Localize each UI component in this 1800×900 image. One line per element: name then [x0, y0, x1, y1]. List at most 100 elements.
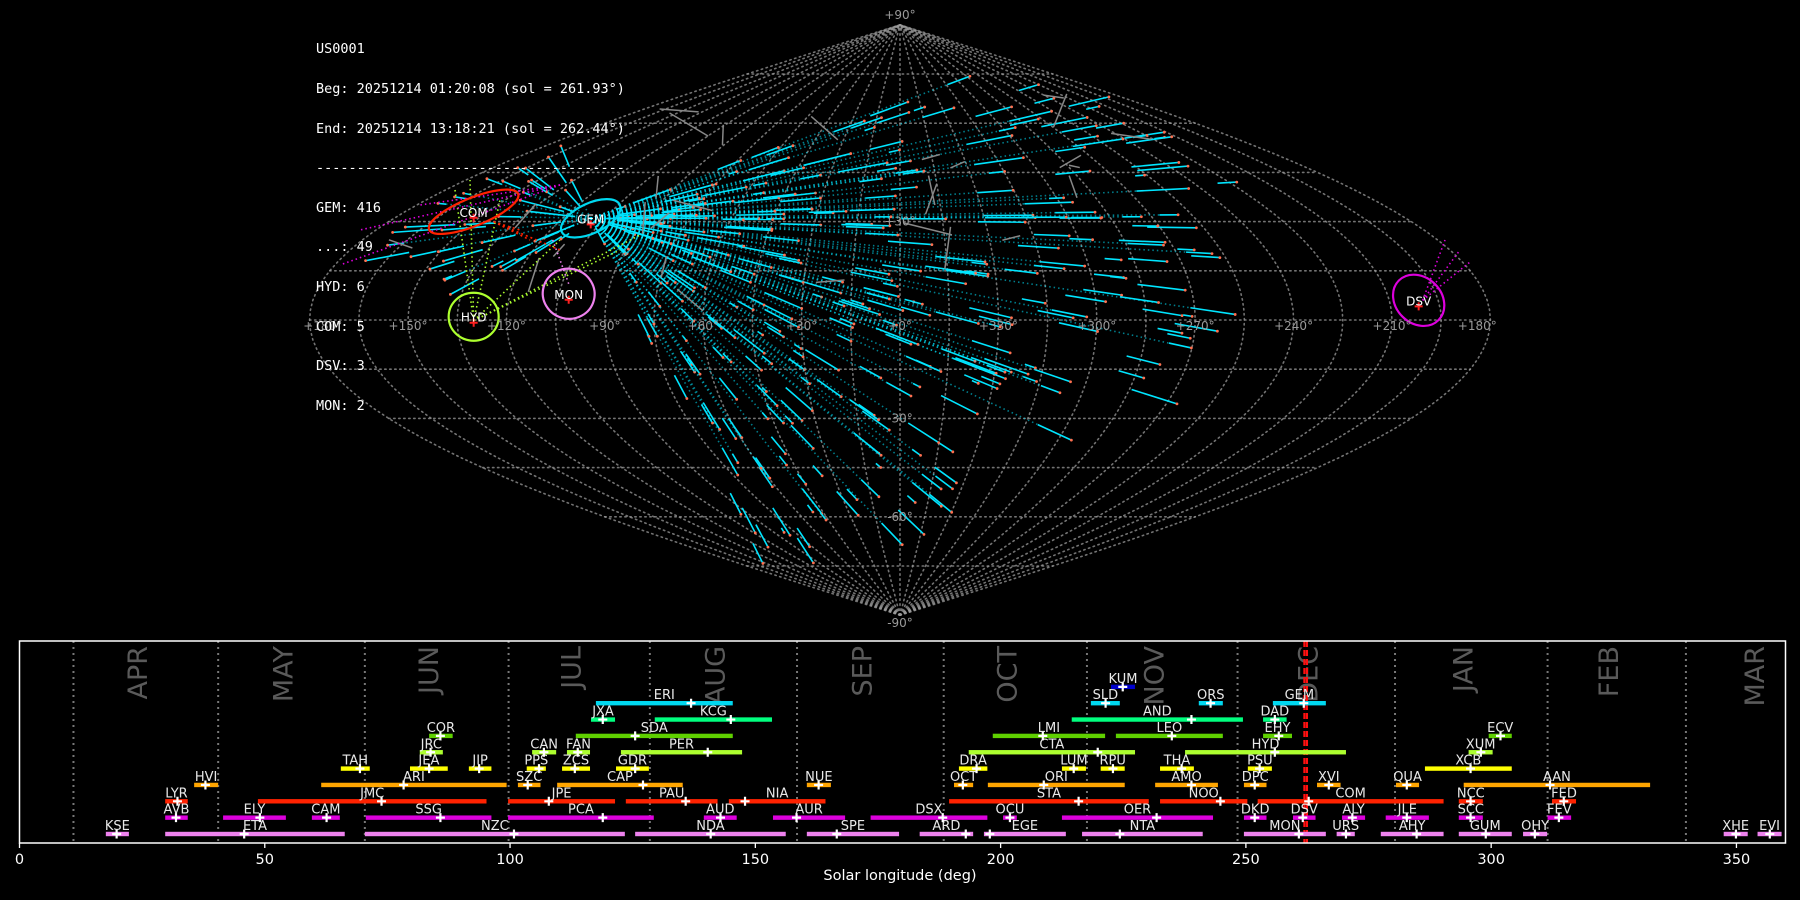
- trail-end-dot: [952, 106, 956, 110]
- trail-end-dot: [895, 284, 899, 288]
- shower-label: CAM: [311, 803, 340, 818]
- shower-label: MON: [1269, 819, 1300, 834]
- trail-backtrace: [590, 217, 907, 358]
- trail-end-dot: [668, 188, 672, 191]
- count-row: MON: 2: [316, 397, 365, 414]
- shower-label: XVI: [1318, 770, 1340, 785]
- meteor-trail: [721, 447, 739, 476]
- trail-end-dot: [1104, 300, 1108, 304]
- trail-end-dot: [916, 342, 920, 346]
- shower-label: KUM: [1109, 672, 1138, 687]
- trail-end-dot: [785, 463, 788, 467]
- meteor-trail: [833, 120, 865, 133]
- meteor-trail: [673, 374, 688, 399]
- trail-end-dot: [766, 417, 770, 421]
- shower-label: CAP: [607, 770, 633, 785]
- month-label: MAR: [1740, 646, 1771, 707]
- trail-end-dot: [951, 450, 955, 454]
- meteor-trail: [784, 415, 794, 424]
- meteor-trail: [1083, 288, 1122, 296]
- peak-marker-icon: [686, 698, 696, 708]
- trail-end-dot: [906, 100, 910, 104]
- trail-end-dot: [918, 385, 922, 389]
- meteor-trail: [1177, 248, 1195, 251]
- trail-end-dot: [811, 510, 815, 514]
- trail-end-dot: [808, 382, 812, 386]
- shower-label: SDA: [641, 721, 668, 736]
- shower-label: SPE: [841, 819, 865, 834]
- latitude-tick-label: -30°: [887, 411, 913, 425]
- trail-end-dot: [923, 105, 927, 109]
- trail-end-dot: [627, 247, 630, 251]
- meteor-trail: [864, 126, 875, 132]
- x-tick-label: 350: [1723, 852, 1751, 868]
- peak-marker-icon: [703, 747, 713, 757]
- trail-end-dot: [975, 412, 979, 416]
- meteor-trail: [785, 386, 813, 412]
- trail-end-dot: [1121, 137, 1125, 141]
- trail-end-dot: [862, 119, 866, 123]
- count-value: 6: [356, 278, 365, 295]
- shower-label: DRA: [959, 754, 987, 769]
- trail-end-dot: [852, 322, 856, 326]
- shower-label: LYR: [165, 786, 188, 801]
- shower-label: XHE: [1722, 819, 1749, 834]
- trail-end-dot: [1062, 267, 1066, 271]
- trail-end-dot: [1187, 187, 1191, 190]
- latitude-tick-label: +30°: [884, 215, 915, 229]
- meteor-trail: [1033, 264, 1065, 270]
- meteor-trail: [876, 167, 896, 173]
- trail-end-dot: [698, 372, 702, 376]
- shower-label: PER: [669, 737, 694, 752]
- shower-label: COR: [427, 721, 455, 736]
- trail-end-dot: [1162, 243, 1165, 247]
- trail-end-dot: [1157, 301, 1160, 304]
- peak-marker-icon: [961, 829, 971, 839]
- shower-label: FAN: [566, 737, 591, 752]
- meteor-trail: [861, 410, 890, 431]
- trail-end-dot: [783, 253, 786, 257]
- trail-end-dot: [1010, 105, 1014, 109]
- trail-end-dot: [1010, 134, 1014, 137]
- trail-end-dot: [887, 297, 891, 301]
- peak-marker-icon: [630, 731, 640, 741]
- trail-end-dot: [782, 212, 786, 216]
- trail-end-dot: [808, 545, 811, 549]
- trail-end-dot: [951, 487, 954, 491]
- trail-end-dot: [741, 218, 745, 222]
- shower-label: NZC: [481, 819, 509, 834]
- trail-end-dot: [1192, 248, 1196, 252]
- station-id: US0001: [316, 41, 365, 58]
- trail-end-dot: [877, 495, 881, 499]
- meteor-trail: [1118, 239, 1166, 244]
- shower-label: HVI: [195, 770, 218, 785]
- trail-end-dot: [1035, 380, 1038, 383]
- shower-label: ERI: [654, 688, 675, 703]
- meteor-trail: [1167, 332, 1191, 340]
- trail-end-dot: [1099, 216, 1103, 220]
- shower-label: HYD: [1252, 737, 1280, 752]
- trail-end-dot: [878, 313, 882, 316]
- shower-label: GDR: [618, 754, 647, 769]
- shower-label: AUD: [706, 803, 734, 818]
- shower-label: ELY: [244, 803, 266, 818]
- count-shower: HYD: [316, 278, 341, 295]
- shower-label: JEA: [417, 754, 439, 769]
- trail-end-dot: [930, 243, 934, 246]
- meteor-trail: [913, 106, 925, 112]
- latitude-tick-label: +90°: [884, 8, 915, 22]
- shower-label: NTA: [1130, 819, 1156, 834]
- count-value: 5: [356, 318, 365, 335]
- end-time: End: 20251214 13:18:21 (sol = 262.44°): [316, 120, 625, 137]
- trail-end-dot: [1176, 213, 1180, 217]
- trail-end-dot: [799, 261, 803, 265]
- shower-label: THA: [1163, 754, 1191, 769]
- meteor-trail: [906, 494, 916, 504]
- meteor-trail: [1018, 83, 1039, 92]
- trail-end-dot: [944, 217, 948, 221]
- shower-label: TAH: [341, 754, 368, 769]
- trail-end-dot: [879, 453, 883, 457]
- trail-end-dot: [1158, 363, 1162, 366]
- meteor-trail: [1126, 355, 1161, 366]
- peak-marker-icon: [740, 796, 750, 806]
